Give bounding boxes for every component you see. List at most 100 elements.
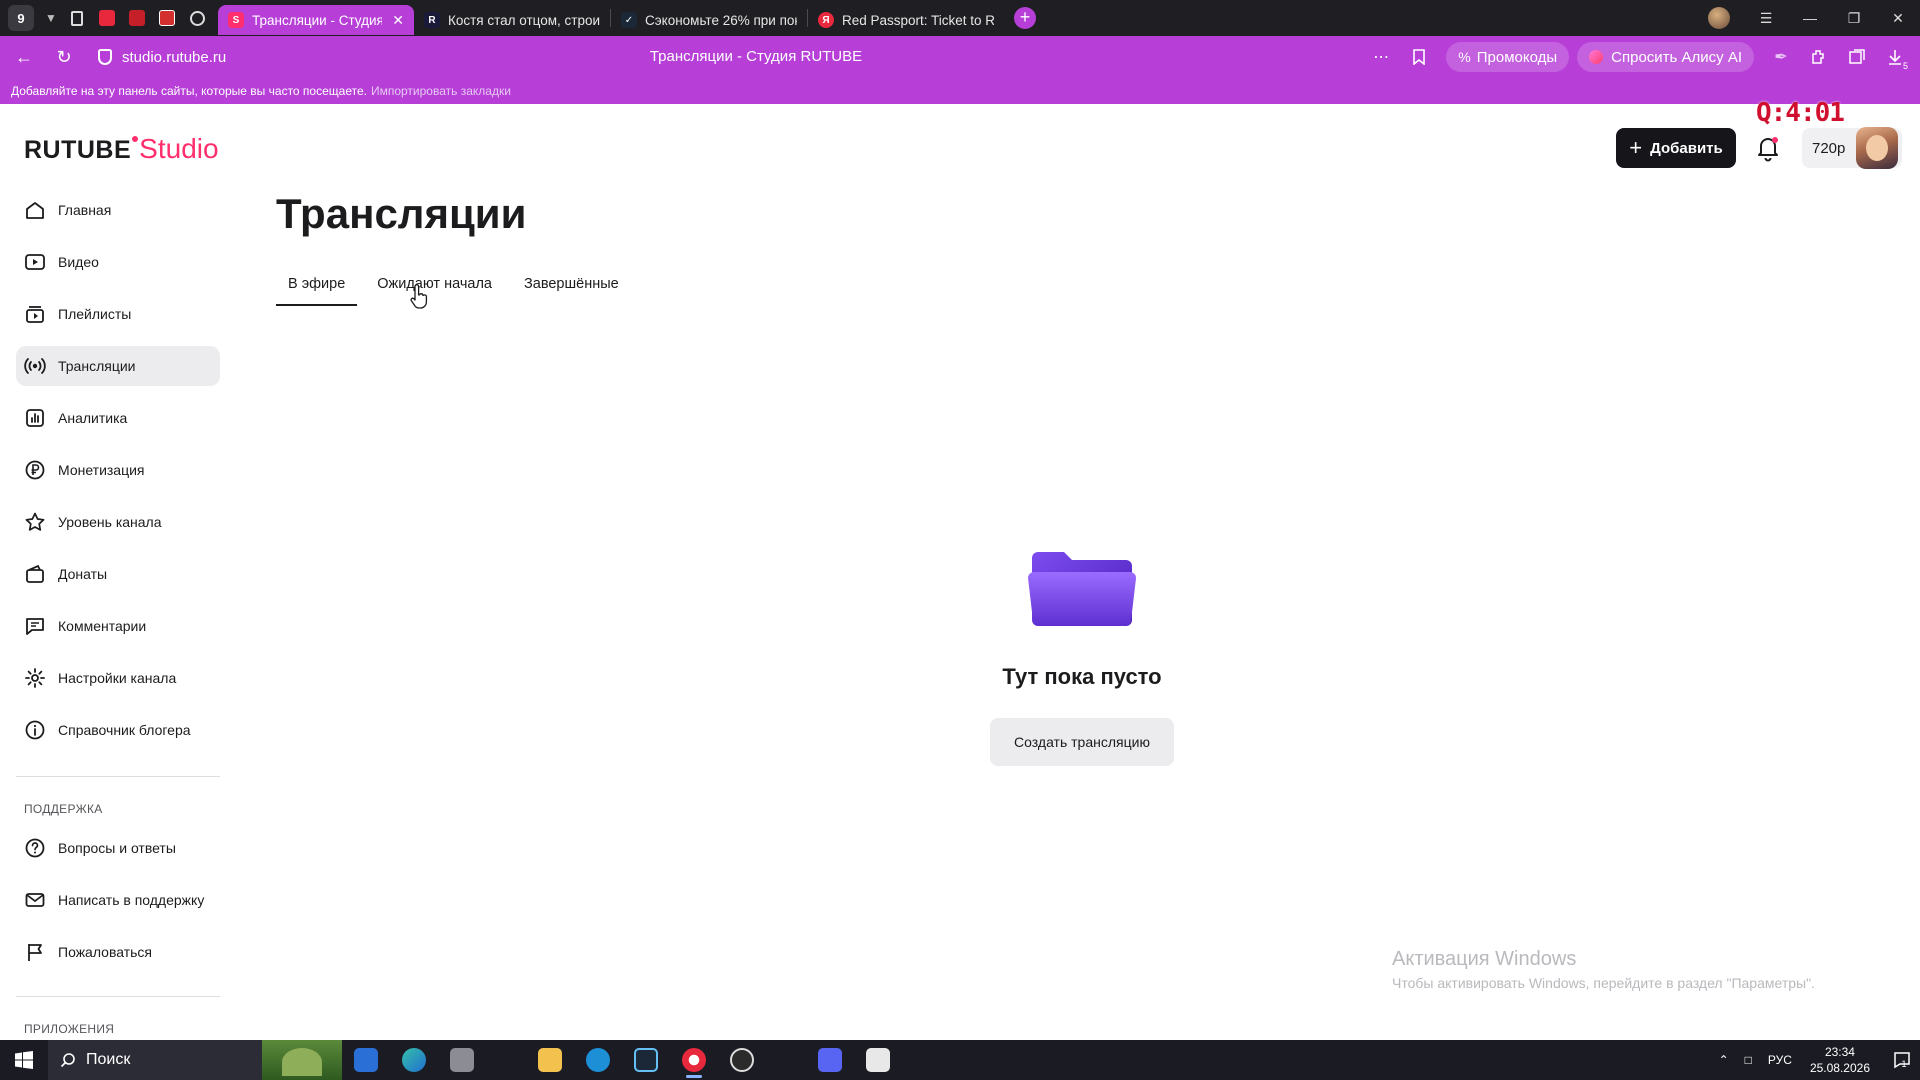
sidebar-item-faq[interactable]: Вопросы и ответы (16, 828, 220, 868)
mail-icon (25, 893, 45, 907)
sidebar-item-channel-level[interactable]: Уровень канала (16, 502, 220, 542)
profile-avatar-icon[interactable] (1708, 7, 1730, 29)
sidebar-item-label: Комментарии (58, 618, 147, 634)
import-bookmarks-link[interactable]: Импортировать закладки (371, 84, 511, 98)
broadcast-icon (24, 358, 46, 374)
pinned-tab-dns[interactable] (122, 5, 152, 31)
tab-counter-badge[interactable]: 9 (8, 5, 34, 31)
start-button[interactable] (0, 1040, 48, 1080)
pen-icon[interactable]: ✒ (1762, 41, 1800, 73)
address-bar: ← ↻ studio.rutube.ru Трансляции - Студия… (0, 36, 1920, 78)
browser-tab-title: Сэкономьте 26% при поку (645, 12, 797, 28)
sidebar-item-home[interactable]: Главная (16, 190, 220, 230)
sidebar-item-comments[interactable]: Комментарии (16, 606, 220, 646)
close-icon[interactable]: ✕ (392, 12, 404, 29)
taskbar-app-discord[interactable] (806, 1040, 854, 1080)
tab-live[interactable]: В эфире (276, 272, 358, 306)
dns-icon (129, 10, 145, 26)
sidebar-item-label: Донаты (58, 566, 108, 582)
taskbar-app-yandex-browser[interactable] (670, 1040, 718, 1080)
promo-codes-button[interactable]: % Промокоды (1446, 42, 1570, 72)
watermark-title: Активация Windows (1392, 948, 1577, 970)
sidebar-item-label: Настройки канала (58, 670, 177, 686)
yandex-icon (99, 10, 115, 26)
sidebar-item-monetization[interactable]: Монетизация (16, 450, 220, 490)
extensions-icon[interactable] (1800, 41, 1838, 73)
notifications-button[interactable]: 1 (1880, 1040, 1920, 1080)
downloads-icon[interactable]: 5 (1876, 41, 1914, 73)
gear-icon (25, 668, 45, 688)
playlist-icon (26, 306, 44, 323)
logo-dot (132, 136, 139, 142)
sidebar-item-report[interactable]: Пожаловаться (16, 932, 220, 972)
taskbar-app-clock[interactable] (718, 1040, 766, 1080)
tab-finished[interactable]: Завершённые (512, 272, 631, 306)
chevron-up-icon[interactable]: ⌃ (1719, 1053, 1729, 1067)
browser-tab[interactable]: R Костя стал отцом, строи (414, 5, 610, 35)
taskbar-time: 23:34 (1824, 1045, 1855, 1059)
more-icon[interactable]: ⋯ (1362, 41, 1400, 73)
info-icon (25, 720, 45, 740)
game-icon (866, 1048, 890, 1072)
browser-tab-title: Костя стал отцом, строи (448, 12, 600, 28)
add-button[interactable]: + Добавить (1616, 128, 1736, 168)
sidebar-item-label: Аналитика (58, 410, 128, 426)
empty-state-title: Тут пока пусто (1002, 664, 1162, 689)
promo-codes-label: Промокоды (1476, 48, 1558, 66)
pinned-tab-document[interactable] (62, 5, 92, 31)
network-icon[interactable]: □ (1745, 1053, 1752, 1067)
taskbar-app-utility[interactable] (438, 1040, 486, 1080)
taskbar-app-explorer[interactable] (526, 1040, 574, 1080)
sidebar-item-write-support[interactable]: Написать в поддержку (16, 880, 220, 920)
avatar[interactable] (1856, 127, 1898, 169)
alice-icon (1589, 50, 1604, 64)
sidebar-item-channel-settings[interactable]: Настройки канала (16, 658, 220, 698)
bell-icon[interactable] (1756, 134, 1780, 162)
folder-icon (538, 1048, 562, 1072)
chevron-down-icon[interactable]: ▼ (40, 5, 62, 31)
taskbar-app-edge[interactable] (390, 1040, 438, 1080)
restore-button[interactable]: ❐ (1832, 0, 1876, 36)
sidebar-item-video[interactable]: Видео (16, 242, 220, 282)
taskbar-app-steam[interactable] (622, 1040, 670, 1080)
bookmark-icon[interactable] (1400, 41, 1438, 73)
percent-icon: % (1458, 49, 1471, 65)
comments-icon (26, 618, 44, 635)
pinned-tab-chat[interactable] (182, 5, 212, 31)
taskbar-clock[interactable]: 23:34 25.08.2026 (1810, 1044, 1870, 1076)
chat-icon (189, 10, 205, 26)
new-tab-button[interactable]: + (1014, 7, 1036, 29)
sidebar-item-donations[interactable]: Донаты (16, 554, 220, 594)
edge-icon (402, 1048, 426, 1072)
close-window-button[interactable]: ✕ (1876, 0, 1920, 36)
ask-alice-button[interactable]: Спросить Алису AI (1577, 42, 1754, 72)
create-broadcast-button[interactable]: Создать трансляцию (990, 718, 1174, 766)
star-icon (25, 512, 45, 531)
menu-icon[interactable]: ☰ (1744, 0, 1788, 36)
language-indicator[interactable]: РУС (1768, 1053, 1792, 1067)
collections-icon[interactable] (1838, 41, 1876, 73)
sidebar-item-playlists[interactable]: Плейлисты (16, 294, 220, 334)
sidebar-support-heading: ПОДДЕРЖКА (24, 802, 103, 816)
pinned-tab-yandex[interactable] (92, 5, 122, 31)
pinned-tab-dps[interactable] (152, 5, 182, 31)
sidebar-item-analytics[interactable]: Аналитика (16, 398, 220, 438)
browser-tab[interactable]: Я Red Passport: Ticket to Ru (808, 5, 1004, 35)
steam-favicon: ✓ (621, 12, 637, 28)
browser-tab-active[interactable]: S Трансляции - Студия R ✕ (218, 5, 414, 35)
home-icon (26, 202, 44, 219)
search-icon (60, 1053, 75, 1068)
taskbar-app-game[interactable] (854, 1040, 902, 1080)
sidebar-item-blogger-guide[interactable]: Справочник блогера (16, 710, 220, 750)
question-icon (25, 838, 45, 858)
sidebar-apps-heading: ПРИЛОЖЕНИЯ (24, 1022, 115, 1036)
rutube-studio-logo[interactable]: RUTUBE Studio (24, 133, 219, 165)
taskbar-app-store[interactable] (342, 1040, 390, 1080)
taskbar-search[interactable]: Поиск (48, 1040, 342, 1080)
taskbar-date: 25.08.2026 (1809, 1061, 1870, 1075)
sidebar-item-broadcasts[interactable]: Трансляции (16, 346, 220, 386)
taskbar-app-ccleaner[interactable] (574, 1040, 622, 1080)
tab-upcoming[interactable]: Ожидают начала (365, 272, 504, 306)
minimize-button[interactable]: — (1788, 0, 1832, 36)
browser-tab[interactable]: ✓ Сэкономьте 26% при поку (611, 5, 807, 35)
